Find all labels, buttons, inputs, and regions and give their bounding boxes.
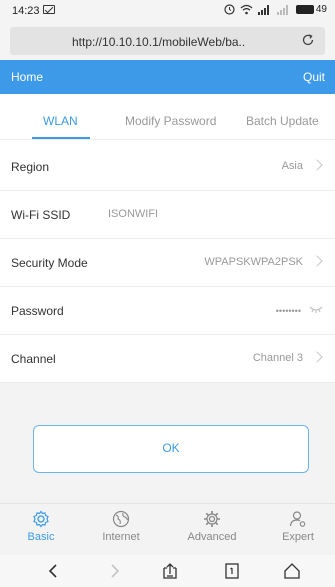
chevron-right-icon: [311, 255, 323, 267]
status-bar: 14:23 49: [0, 0, 335, 22]
battery-icon: 49: [295, 4, 327, 15]
row-wifi-ssid[interactable]: Wi-Fi SSID ISONWIFI: [0, 191, 335, 239]
status-time: 14:23: [12, 5, 40, 17]
channel-value: Channel 3: [252, 352, 303, 364]
signal-icon: [276, 4, 291, 15]
reload-icon[interactable]: [301, 33, 315, 47]
url-text[interactable]: http://10.10.10.1/mobileWeb/ba..: [72, 35, 245, 49]
region-value: Asia: [281, 160, 303, 172]
chevron-right-icon: [311, 159, 323, 171]
nav-basic[interactable]: Basic: [6, 510, 76, 543]
eye-closed-icon[interactable]: [309, 304, 323, 314]
message-icon: [43, 5, 55, 14]
row-channel[interactable]: Channel Channel 3: [0, 335, 335, 383]
security-mode-label: Security Mode: [11, 256, 88, 270]
tab-batch-update[interactable]: Batch Update: [246, 114, 319, 128]
browser-url-bar: http://10.10.10.1/mobileWeb/ba..: [0, 22, 335, 60]
row-password[interactable]: Password ••••••••: [0, 287, 335, 335]
home-link[interactable]: Home: [11, 70, 43, 84]
channel-label: Channel: [11, 352, 56, 366]
home-icon[interactable]: [282, 562, 302, 580]
nav-advanced-label: Advanced: [187, 531, 237, 543]
browser-toolbar: [0, 555, 335, 587]
password-label: Password: [11, 304, 64, 318]
ok-button[interactable]: OK: [33, 425, 309, 473]
row-security-mode[interactable]: Security Mode WPAPSKWPA2PSK: [0, 239, 335, 287]
nav-internet[interactable]: Internet: [86, 510, 156, 543]
ssid-label: Wi-Fi SSID: [11, 208, 71, 222]
tabs-icon[interactable]: [222, 562, 242, 580]
nav-basic-label: Basic: [27, 531, 55, 543]
ssid-field[interactable]: ISONWIFI: [108, 208, 158, 220]
tab-bar: WLAN Modify Password Batch Update: [0, 94, 335, 140]
forward-icon[interactable]: [104, 562, 124, 580]
row-region[interactable]: Region Asia: [0, 143, 335, 191]
tab-wlan[interactable]: WLAN: [43, 114, 78, 128]
status-icons: 49: [224, 4, 327, 15]
signal-icon: [257, 4, 272, 15]
globe-icon: [112, 510, 130, 528]
chevron-right-icon: [311, 351, 323, 363]
tab-modify-password[interactable]: Modify Password: [125, 114, 216, 128]
address-field[interactable]: http://10.10.10.1/mobileWeb/ba..: [10, 27, 325, 55]
bottom-nav: Basic Internet Advanced Expert: [0, 503, 335, 555]
user-settings-icon: [289, 511, 306, 527]
quit-link[interactable]: Quit: [303, 70, 325, 84]
alarm-icon: [224, 4, 235, 15]
nav-advanced[interactable]: Advanced: [177, 510, 247, 543]
gear-icon: [33, 510, 49, 528]
password-field[interactable]: ••••••••: [276, 306, 301, 316]
back-icon[interactable]: [44, 562, 64, 580]
region-label: Region: [11, 160, 50, 174]
tab-active-indicator: [32, 137, 90, 139]
nav-internet-label: Internet: [102, 531, 140, 543]
wifi-icon: [240, 4, 253, 15]
battery-level: 49: [315, 4, 327, 15]
nav-expert[interactable]: Expert: [263, 510, 333, 543]
share-icon[interactable]: [160, 562, 180, 580]
nav-expert-label: Expert: [282, 531, 314, 543]
app-header: Home Quit: [0, 60, 335, 94]
security-mode-value: WPAPSKWPA2PSK: [204, 256, 303, 268]
advanced-gear-icon: [204, 511, 220, 527]
